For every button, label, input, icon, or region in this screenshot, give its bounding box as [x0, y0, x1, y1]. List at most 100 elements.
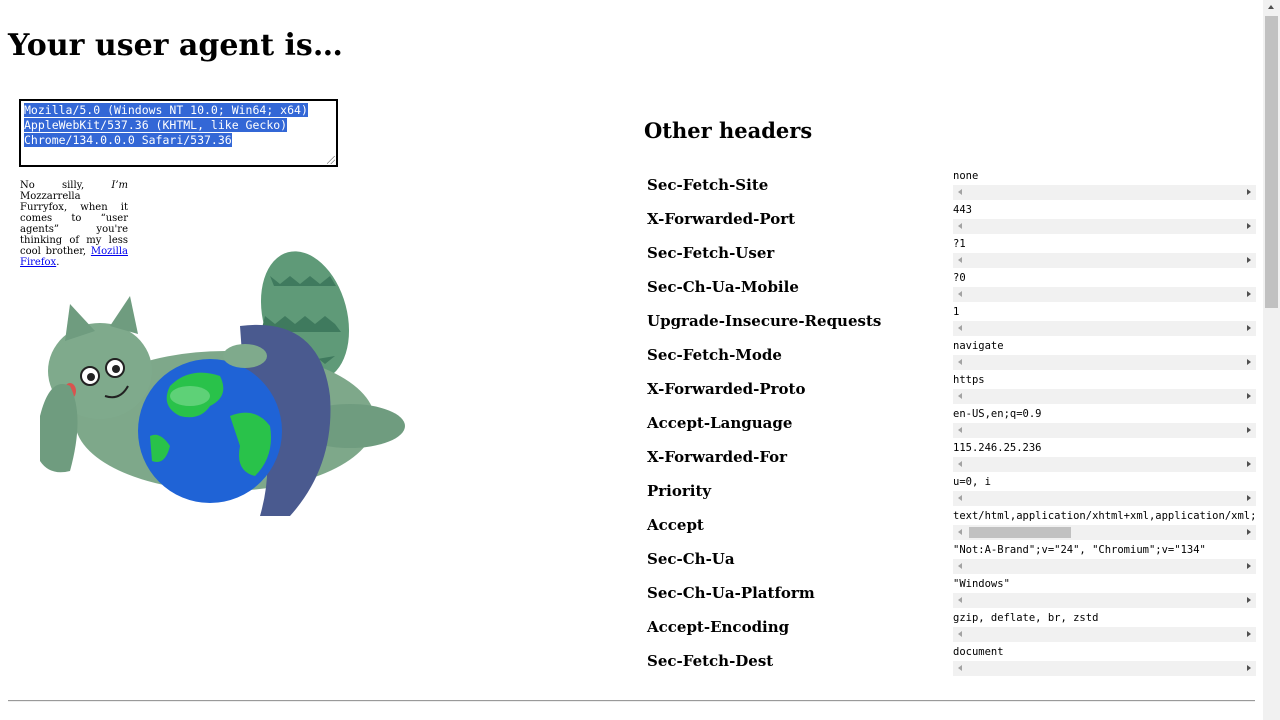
scroll-left-arrow-icon[interactable] [958, 291, 962, 297]
ua-line: Mozilla/5.0 (Windows NT 10.0; Win64; x64… [24, 103, 333, 118]
value-scrollbar[interactable] [953, 661, 1256, 676]
scroll-right-arrow-icon[interactable] [1247, 359, 1251, 365]
page-title: Your user agent is… [8, 28, 343, 63]
header-row: Sec-Fetch-Site none [644, 168, 1256, 202]
note-emphasis: I’m [111, 180, 128, 191]
header-value: en-US,en;q=0.9 [953, 408, 1042, 420]
scroll-right-arrow-icon[interactable] [1247, 495, 1251, 501]
scroll-left-arrow-icon[interactable] [958, 495, 962, 501]
header-value-box[interactable]: https [953, 372, 1256, 406]
value-scrollbar[interactable] [953, 491, 1256, 506]
scroll-right-arrow-icon[interactable] [1247, 563, 1251, 569]
header-value-box[interactable]: en-US,en;q=0.9 [953, 406, 1256, 440]
value-scrollbar[interactable] [953, 593, 1256, 608]
header-name: Priority [647, 482, 712, 500]
header-name: Sec-Ch-Ua-Mobile [647, 278, 799, 296]
page-scrollbar[interactable] [1263, 0, 1280, 720]
scroll-right-arrow-icon[interactable] [1247, 257, 1251, 263]
header-value: 1 [953, 306, 960, 318]
scroll-left-arrow-icon[interactable] [958, 563, 962, 569]
header-value-box[interactable]: 1 [953, 304, 1256, 338]
header-value-box[interactable]: ?1 [953, 236, 1256, 270]
user-agent-textarea[interactable]: Mozilla/5.0 (Windows NT 10.0; Win64; x64… [19, 99, 338, 167]
value-scrollbar[interactable] [953, 253, 1256, 268]
scroll-right-arrow-icon[interactable] [1247, 529, 1251, 535]
scroll-left-arrow-icon[interactable] [958, 359, 962, 365]
header-name: Accept [647, 516, 704, 534]
header-value-box[interactable]: ?0 [953, 270, 1256, 304]
scroll-right-arrow-icon[interactable] [1247, 461, 1251, 467]
value-scrollbar[interactable] [953, 627, 1256, 642]
header-value: "Not:A-Brand";v="24", "Chromium";v="134" [953, 544, 1206, 556]
header-row: Priority u=0, i [644, 474, 1256, 508]
value-scrollbar[interactable] [953, 423, 1256, 438]
value-scrollbar[interactable] [953, 559, 1256, 574]
header-value-box[interactable]: document [953, 644, 1256, 678]
value-scrollbar[interactable] [953, 525, 1256, 540]
scroll-right-arrow-icon[interactable] [1247, 427, 1251, 433]
scroll-right-arrow-icon[interactable] [1247, 665, 1251, 671]
header-row: Upgrade-Insecure-Requests 1 [644, 304, 1256, 338]
value-scrollbar[interactable] [953, 355, 1256, 370]
scroll-right-arrow-icon[interactable] [1247, 597, 1251, 603]
header-value: "Windows" [953, 578, 1010, 590]
header-name: Sec-Ch-Ua-Platform [647, 584, 815, 602]
scrollbar-thumb[interactable] [969, 527, 1071, 538]
header-value-box[interactable]: text/html,application/xhtml+xml,applicat… [953, 508, 1256, 542]
scroll-left-arrow-icon[interactable] [958, 665, 962, 671]
header-value-box[interactable]: "Windows" [953, 576, 1256, 610]
scroll-left-arrow-icon[interactable] [958, 189, 962, 195]
ua-line: Chrome/134.0.0.0 Safari/537.36 [24, 133, 333, 148]
header-row: X-Forwarded-Port 443 [644, 202, 1256, 236]
scroll-left-arrow-icon[interactable] [958, 461, 962, 467]
scroll-left-arrow-icon[interactable] [958, 427, 962, 433]
header-value: text/html,application/xhtml+xml,applicat… [953, 510, 1256, 522]
header-value-box[interactable]: "Not:A-Brand";v="24", "Chromium";v="134" [953, 542, 1256, 576]
header-value-box[interactable]: u=0, i [953, 474, 1256, 508]
scroll-left-arrow-icon[interactable] [958, 223, 962, 229]
scroll-right-arrow-icon[interactable] [1247, 631, 1251, 637]
ua-line-text: Chrome/134.0.0.0 Safari/537.36 [24, 133, 232, 147]
value-scrollbar[interactable] [953, 389, 1256, 404]
header-value-box[interactable]: 115.246.25.236 [953, 440, 1256, 474]
value-scrollbar[interactable] [953, 219, 1256, 234]
header-value-box[interactable]: gzip, deflate, br, zstd [953, 610, 1256, 644]
scroll-left-arrow-icon[interactable] [958, 393, 962, 399]
scroll-up-arrow-icon[interactable] [1268, 5, 1274, 9]
header-row: Sec-Ch-Ua "Not:A-Brand";v="24", "Chromium… [644, 542, 1256, 576]
scroll-left-arrow-icon[interactable] [958, 325, 962, 331]
header-value-box[interactable]: 443 [953, 202, 1256, 236]
header-name: Sec-Fetch-Site [647, 176, 769, 194]
header-name: Sec-Ch-Ua [647, 550, 735, 568]
scroll-right-arrow-icon[interactable] [1247, 291, 1251, 297]
header-name: Upgrade-Insecure-Requests [647, 312, 882, 330]
scroll-left-arrow-icon[interactable] [958, 257, 962, 263]
value-scrollbar[interactable] [953, 457, 1256, 472]
header-row: Accept text/html,application/xhtml+xml,ap… [644, 508, 1256, 542]
header-row: Sec-Fetch-Mode navigate [644, 338, 1256, 372]
header-row: Sec-Ch-Ua-Platform "Windows" [644, 576, 1256, 610]
scroll-right-arrow-icon[interactable] [1247, 189, 1251, 195]
other-headers-title: Other headers [644, 118, 813, 143]
header-value: document [953, 646, 1004, 658]
header-row: Accept-Encoding gzip, deflate, br, zstd [644, 610, 1256, 644]
resize-grip-icon[interactable] [327, 156, 335, 164]
header-value: u=0, i [953, 476, 991, 488]
value-scrollbar[interactable] [953, 287, 1256, 302]
scroll-left-arrow-icon[interactable] [958, 631, 962, 637]
scroll-left-arrow-icon[interactable] [958, 597, 962, 603]
header-name: Sec-Fetch-Dest [647, 652, 774, 670]
scroll-right-arrow-icon[interactable] [1247, 393, 1251, 399]
horizontal-rule [8, 700, 1255, 702]
scroll-left-arrow-icon[interactable] [958, 529, 962, 535]
header-value-box[interactable]: navigate [953, 338, 1256, 372]
header-value-box[interactable]: none [953, 168, 1256, 202]
header-row: Sec-Fetch-User ?1 [644, 236, 1256, 270]
header-row: Sec-Fetch-Dest document [644, 644, 1256, 678]
value-scrollbar[interactable] [953, 321, 1256, 336]
scroll-right-arrow-icon[interactable] [1247, 325, 1251, 331]
scroll-right-arrow-icon[interactable] [1247, 223, 1251, 229]
scrollbar-thumb[interactable] [1265, 16, 1278, 308]
value-scrollbar[interactable] [953, 185, 1256, 200]
header-name: X-Forwarded-For [647, 448, 788, 466]
